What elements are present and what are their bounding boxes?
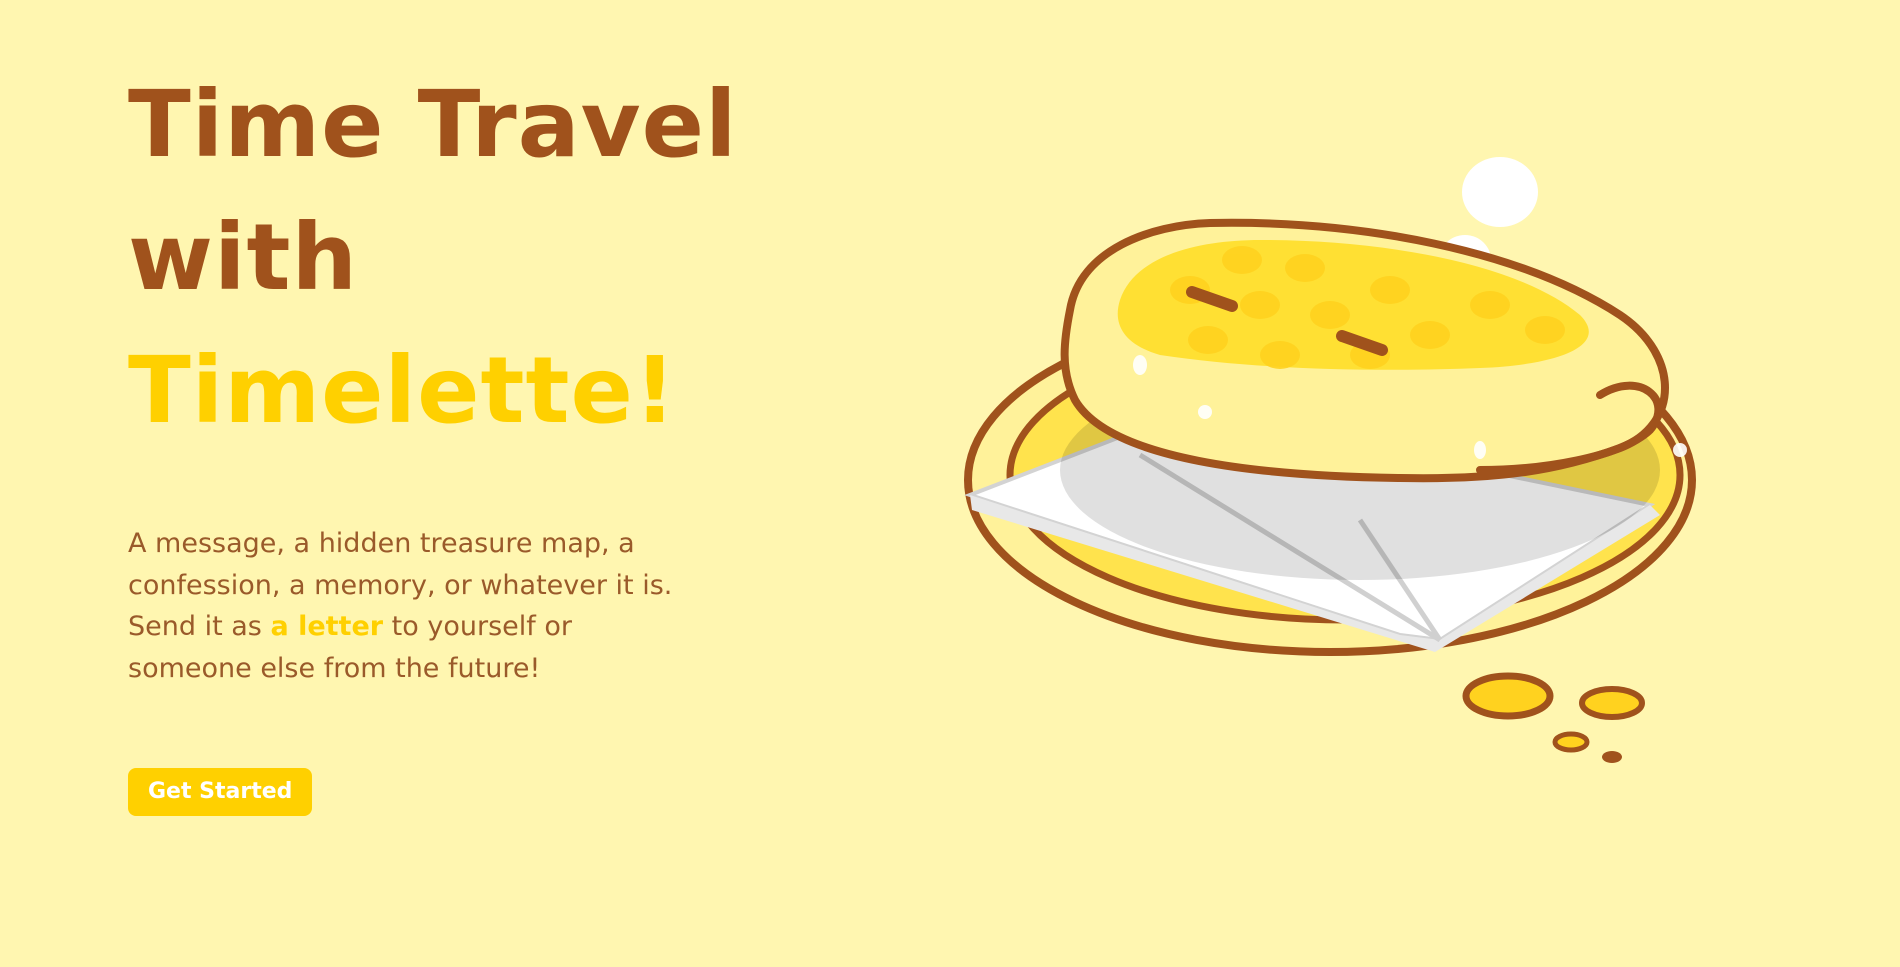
headline-line-2: with	[128, 204, 359, 311]
headline-line-1: Time Travel	[128, 71, 738, 178]
headline-brand-name: Timelette!	[128, 337, 677, 444]
get-started-button[interactable]: Get Started	[128, 768, 313, 816]
hero-headline: Time Travel with Timelette!	[128, 58, 738, 457]
hero-text-block: Time Travel with Timelette!	[128, 58, 738, 457]
description-highlight: a letter	[270, 611, 384, 642]
landing-page: Time Travel with Timelette! A message, a…	[0, 0, 1900, 967]
hero-description: A message, a hidden treasure map, a conf…	[128, 523, 688, 689]
pancake-letter-mascot-illustration	[964, 157, 1696, 763]
